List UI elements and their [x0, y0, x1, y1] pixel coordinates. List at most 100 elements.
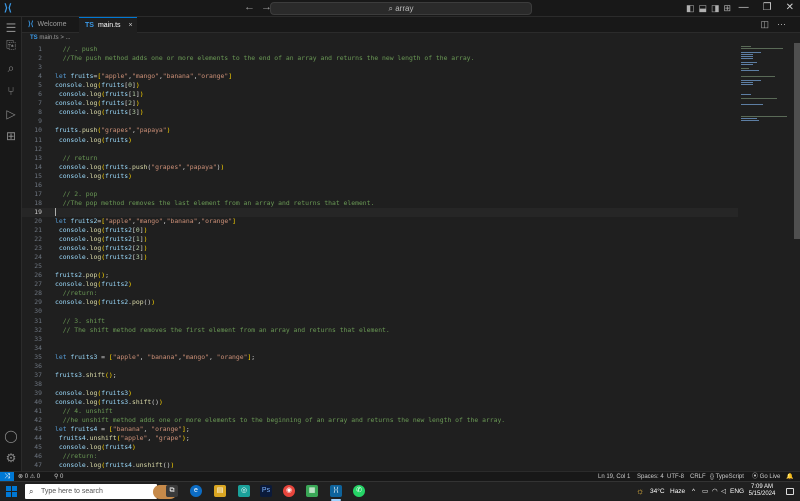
code-line[interactable]: 33 — [22, 335, 738, 344]
code-line[interactable]: 35 let fruits3 = ["apple", "banana","mang… — [22, 353, 738, 362]
edge-browser-icon[interactable]: e — [190, 485, 202, 497]
code-line[interactable]: 1 // . push — [22, 45, 738, 54]
code-line[interactable]: 4 let fruits=["apple","mango","banana","o… — [22, 72, 738, 81]
code-line[interactable]: 34 — [22, 344, 738, 353]
code-token: "orange" — [216, 352, 248, 361]
code-line[interactable]: 44 fruits4.unshift("apple", "grape"); — [22, 434, 738, 443]
code-line[interactable]: 24 console.log(fruits2[3]) — [22, 253, 738, 262]
code-line[interactable]: 16 — [22, 181, 738, 190]
vscode-logo-icon[interactable]: ⟩⟨ — [4, 3, 15, 14]
close-tab-icon[interactable]: × — [129, 22, 133, 29]
code-line[interactable]: 2 //The push method adds one or more ele… — [22, 54, 738, 63]
toggle-secondary-sidebar-icon[interactable]: ◨ — [711, 3, 724, 13]
chrome-browser-icon[interactable]: ◉ — [283, 485, 295, 497]
code-token: log — [89, 226, 102, 234]
code-line[interactable]: 37 fruits3.shift(); — [22, 371, 738, 380]
code-line[interactable]: 42 //he unshift method adds one or more … — [22, 416, 738, 425]
code-line[interactable]: 13 // return — [22, 154, 738, 163]
code-line[interactable]: 6 console.log(fruits[1]) — [22, 90, 738, 99]
network-icon[interactable]: ▭ — [702, 482, 708, 501]
back-arrow-icon[interactable]: ← — [244, 1, 255, 13]
app-icon-teal[interactable]: ◎ — [238, 485, 250, 497]
code-line[interactable]: 19 — [22, 207, 738, 217]
code-line[interactable]: 5 console.log(fruits[0]) — [22, 81, 738, 90]
weather-desc[interactable]: Haze — [670, 482, 685, 501]
code-line[interactable]: 23 console.log(fruits2[2]) — [22, 244, 738, 253]
code-line[interactable]: 3 — [22, 63, 738, 72]
code-line[interactable]: 45 console.log(fruits4) — [22, 443, 738, 452]
code-line[interactable]: 26 fruits2.pop(); — [22, 271, 738, 280]
code-line[interactable]: 38 — [22, 380, 738, 389]
code-line[interactable]: 32 // The shift method removes the first… — [22, 326, 738, 335]
task-view-icon[interactable]: ⧉ — [166, 485, 178, 497]
file-explorer-icon[interactable]: ▤ — [214, 485, 226, 497]
input-language[interactable]: ENG — [730, 482, 744, 501]
code-line[interactable]: 10 fruits.push("grapes","papaya") — [22, 126, 738, 135]
minimap[interactable] — [738, 43, 793, 471]
code-line[interactable]: 18 //The pop method removes the last ele… — [22, 199, 738, 208]
accounts-icon[interactable]: ◯ — [4, 429, 18, 443]
tab-main-ts[interactable]: TS main.ts × — [79, 17, 137, 33]
settings-gear-icon[interactable]: ⚙ — [4, 451, 18, 465]
code-line[interactable]: 22 console.log(fruits2[1]) — [22, 235, 738, 244]
command-center-search[interactable]: ⌕ array — [270, 2, 532, 15]
vscode-taskbar-icon[interactable]: ⟩⟨ — [330, 485, 342, 497]
code-line[interactable]: 14 console.log(fruits.push("grapes","pap… — [22, 163, 738, 172]
weather-temp[interactable]: 34°C — [650, 482, 665, 501]
tray-overflow-arrow[interactable]: ^ — [692, 482, 695, 501]
tab-welcome[interactable]: ⟩⟨ Welcome — [22, 17, 78, 33]
code-line[interactable]: 39 console.log(fruits3) — [22, 389, 738, 398]
search-icon[interactable]: ⌕ — [4, 61, 18, 75]
code-line[interactable]: 21 console.log(fruits2[0]) — [22, 226, 738, 235]
taskbar-search-box[interactable]: ⌕ Type here to search — [25, 484, 177, 499]
wifi-icon[interactable]: ◠ — [712, 482, 718, 501]
source-control-icon[interactable]: ⑂ — [4, 84, 18, 98]
toggle-panel-icon[interactable]: ⬓ — [699, 3, 712, 13]
code-line[interactable]: 28 //return: — [22, 289, 738, 298]
breadcrumb-file[interactable]: main.ts — [39, 35, 58, 41]
code-text: // . push — [55, 45, 98, 54]
code-line[interactable]: 12 — [22, 145, 738, 154]
menu-icon[interactable]: ☰ — [4, 21, 18, 35]
code-line[interactable]: 27 console.log(fruits2) — [22, 280, 738, 289]
code-line[interactable]: 7 console.log(fruits[2]) — [22, 99, 738, 108]
breadcrumb-rest[interactable]: ... — [66, 35, 71, 41]
maximize-icon[interactable]: ❐ — [763, 2, 772, 13]
line-number: 34 — [34, 343, 42, 352]
code-line[interactable]: 17 // 2. pop — [22, 190, 738, 199]
code-line[interactable]: 31 // 3. shift — [22, 317, 738, 326]
code-line[interactable]: 36 — [22, 362, 738, 371]
windows-start-icon[interactable] — [6, 486, 17, 497]
vertical-scrollbar-thumb[interactable] — [794, 43, 800, 239]
code-line[interactable]: 9 — [22, 117, 738, 126]
toggle-primary-sidebar-icon[interactable]: ◧ — [686, 3, 699, 13]
app-icon-green[interactable]: ▦ — [306, 485, 318, 497]
code-editor[interactable]: 1 // . push 2 //The push method adds one … — [22, 43, 738, 471]
more-actions-icon[interactable]: ⋯ — [777, 19, 794, 29]
code-line[interactable]: 25 — [22, 262, 738, 271]
whatsapp-icon[interactable]: ✆ — [353, 485, 365, 497]
code-token: fruits — [105, 135, 129, 144]
extensions-icon[interactable]: ⊞ — [4, 129, 18, 143]
weather-sun-icon[interactable]: ☼ — [636, 482, 644, 501]
code-line[interactable]: 8 console.log(fruits[3]) — [22, 108, 738, 117]
code-line[interactable]: 20 let fruits2=["apple","mango","banana",… — [22, 217, 738, 226]
code-line[interactable]: 41 // 4. unshift — [22, 407, 738, 416]
code-line[interactable]: 11 console.log(fruits) — [22, 136, 738, 145]
code-line[interactable]: 46 //return: — [22, 452, 738, 461]
split-editor-icon[interactable]: ◫ — [760, 19, 777, 29]
close-window-icon[interactable]: ✕ — [786, 2, 794, 13]
minimize-icon[interactable]: — — [739, 2, 749, 13]
run-debug-icon[interactable]: ▷ — [4, 107, 18, 121]
code-line[interactable]: 15 console.log(fruits) — [22, 172, 738, 181]
explorer-icon[interactable]: ⎘ — [4, 38, 18, 52]
code-line[interactable]: 30 — [22, 307, 738, 316]
code-line[interactable]: 29 console.log(fruits2.pop()) — [22, 298, 738, 307]
system-clock[interactable]: 7:09 AM 5/15/2024 — [744, 484, 780, 498]
code-line[interactable]: 43 let fruits4 = ["banana", "orange"]; — [22, 425, 738, 434]
notification-center-icon[interactable] — [786, 488, 794, 495]
code-line[interactable]: 47 console.log(fruits4.unshift()) — [22, 461, 738, 470]
volume-icon[interactable]: ◁ — [721, 482, 726, 501]
code-line[interactable]: 40 console.log(fruits3.shift()) — [22, 398, 738, 407]
photoshop-icon[interactable]: Ps — [260, 485, 272, 497]
